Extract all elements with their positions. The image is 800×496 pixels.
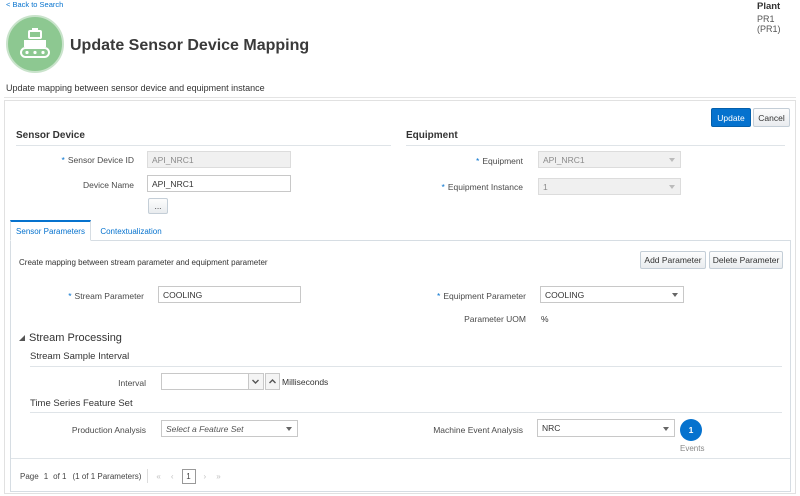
device-name-input[interactable]: API_NRC1 [147,175,291,192]
sensor-device-id-field: API_NRC1 [147,151,291,168]
interval-label: Interval [118,378,146,388]
back-to-search-link[interactable]: < Back to Search [6,0,63,9]
events-label: Events [680,444,705,453]
interval-unit: Milliseconds [282,377,329,387]
collapse-triangle-icon [19,335,25,341]
pagination-separator [147,469,149,483]
current-page-button[interactable]: 1 [181,468,196,484]
feature-set-divider [30,412,782,413]
production-analysis-select[interactable]: Select a Feature Set [161,420,298,437]
stream-parameter-input[interactable]: COOLING [158,286,301,303]
update-button[interactable]: Update [711,108,751,127]
first-page-icon[interactable]: « [156,472,160,481]
tab-contextualization[interactable]: Contextualization [96,222,166,241]
stream-processing-toggle[interactable]: Stream Processing [18,332,122,344]
equipment-label: * Equipment [476,156,523,166]
equipment-section-title: Equipment [406,130,458,141]
equipment-select: API_NRC1 [538,151,681,168]
previous-page-icon[interactable]: ‹ [171,472,174,481]
tab-sensor-parameters[interactable]: Sensor Parameters [10,220,91,241]
device-name-label: Device Name [82,180,134,190]
pagination-divider [11,458,790,459]
chevron-down-icon [252,379,259,384]
page-label: Page [20,471,39,481]
pagination-summary: (1 of 1 Parameters) [72,471,142,481]
page-title: Update Sensor Device Mapping [70,37,310,54]
equipment-chevron-down-icon [669,158,675,162]
production-analysis-chevron-down-icon [286,427,292,431]
time-series-feature-set-title: Time Series Feature Set [30,398,133,409]
parameter-uom-label: Parameter UOM [464,314,526,324]
plant-value: PR1 (PR1) [757,14,781,34]
production-analysis-label: Production Analysis [71,425,146,435]
sensor-device-id-label: * Sensor Device ID [61,155,134,165]
equipment-divider [406,145,785,146]
production-analysis-placeholder: Select a Feature Set [166,423,244,434]
next-page-icon[interactable]: › [204,472,207,481]
machine-event-analysis-select[interactable]: NRC [537,419,675,437]
pagination-bar: Page 1 of 1 (1 of 1 Parameters) « ‹ 1 › … [20,468,221,484]
stream-parameter-label: * Stream Parameter [68,291,144,301]
sensor-device-icon [6,15,64,73]
interval-divider [30,366,782,367]
equipment-parameter-select[interactable]: COOLING [540,286,684,303]
equipment-parameter-chevron-down-icon [672,293,678,297]
chevron-up-icon [269,379,276,384]
sensor-device-section-title: Sensor Device [16,130,85,141]
parameter-uom-value: % [541,314,549,324]
interval-input[interactable] [161,373,249,390]
interval-decrement-button[interactable] [249,373,264,390]
add-parameter-button[interactable]: Add Parameter [640,251,706,269]
tab-sensor-parameters-label: Sensor Parameters [16,226,85,236]
header-divider [4,97,796,98]
events-count-badge[interactable]: 1 [680,419,702,441]
delete-parameter-button[interactable]: Delete Parameter [709,251,783,269]
stream-sample-interval-title: Stream Sample Interval [30,351,130,362]
plant-label: Plant [757,1,781,12]
equipment-instance-label: * Equipment Instance [441,182,523,192]
equipment-parameter-label: * Equipment Parameter [437,291,526,301]
equipment-instance-select: 1 [538,178,681,195]
last-page-icon[interactable]: » [216,472,220,481]
tab-contextualization-label: Contextualization [100,227,162,236]
page-of-label: of 1 [53,471,67,481]
equipment-instance-chevron-down-icon [669,185,675,189]
stream-processing-title: Stream Processing [29,332,122,344]
parameters-description: Create mapping between stream parameter … [19,258,268,267]
page-subtitle: Update mapping between sensor device and… [6,83,265,93]
more-button[interactable]: ... [148,198,168,214]
cancel-button[interactable]: Cancel [753,108,790,127]
interval-increment-button[interactable] [265,373,280,390]
page-number-input[interactable]: 1 [44,472,48,481]
machine-event-analysis-label: Machine Event Analysis [433,425,523,435]
sensor-device-divider [16,145,391,146]
machine-event-analysis-chevron-down-icon [663,427,669,431]
